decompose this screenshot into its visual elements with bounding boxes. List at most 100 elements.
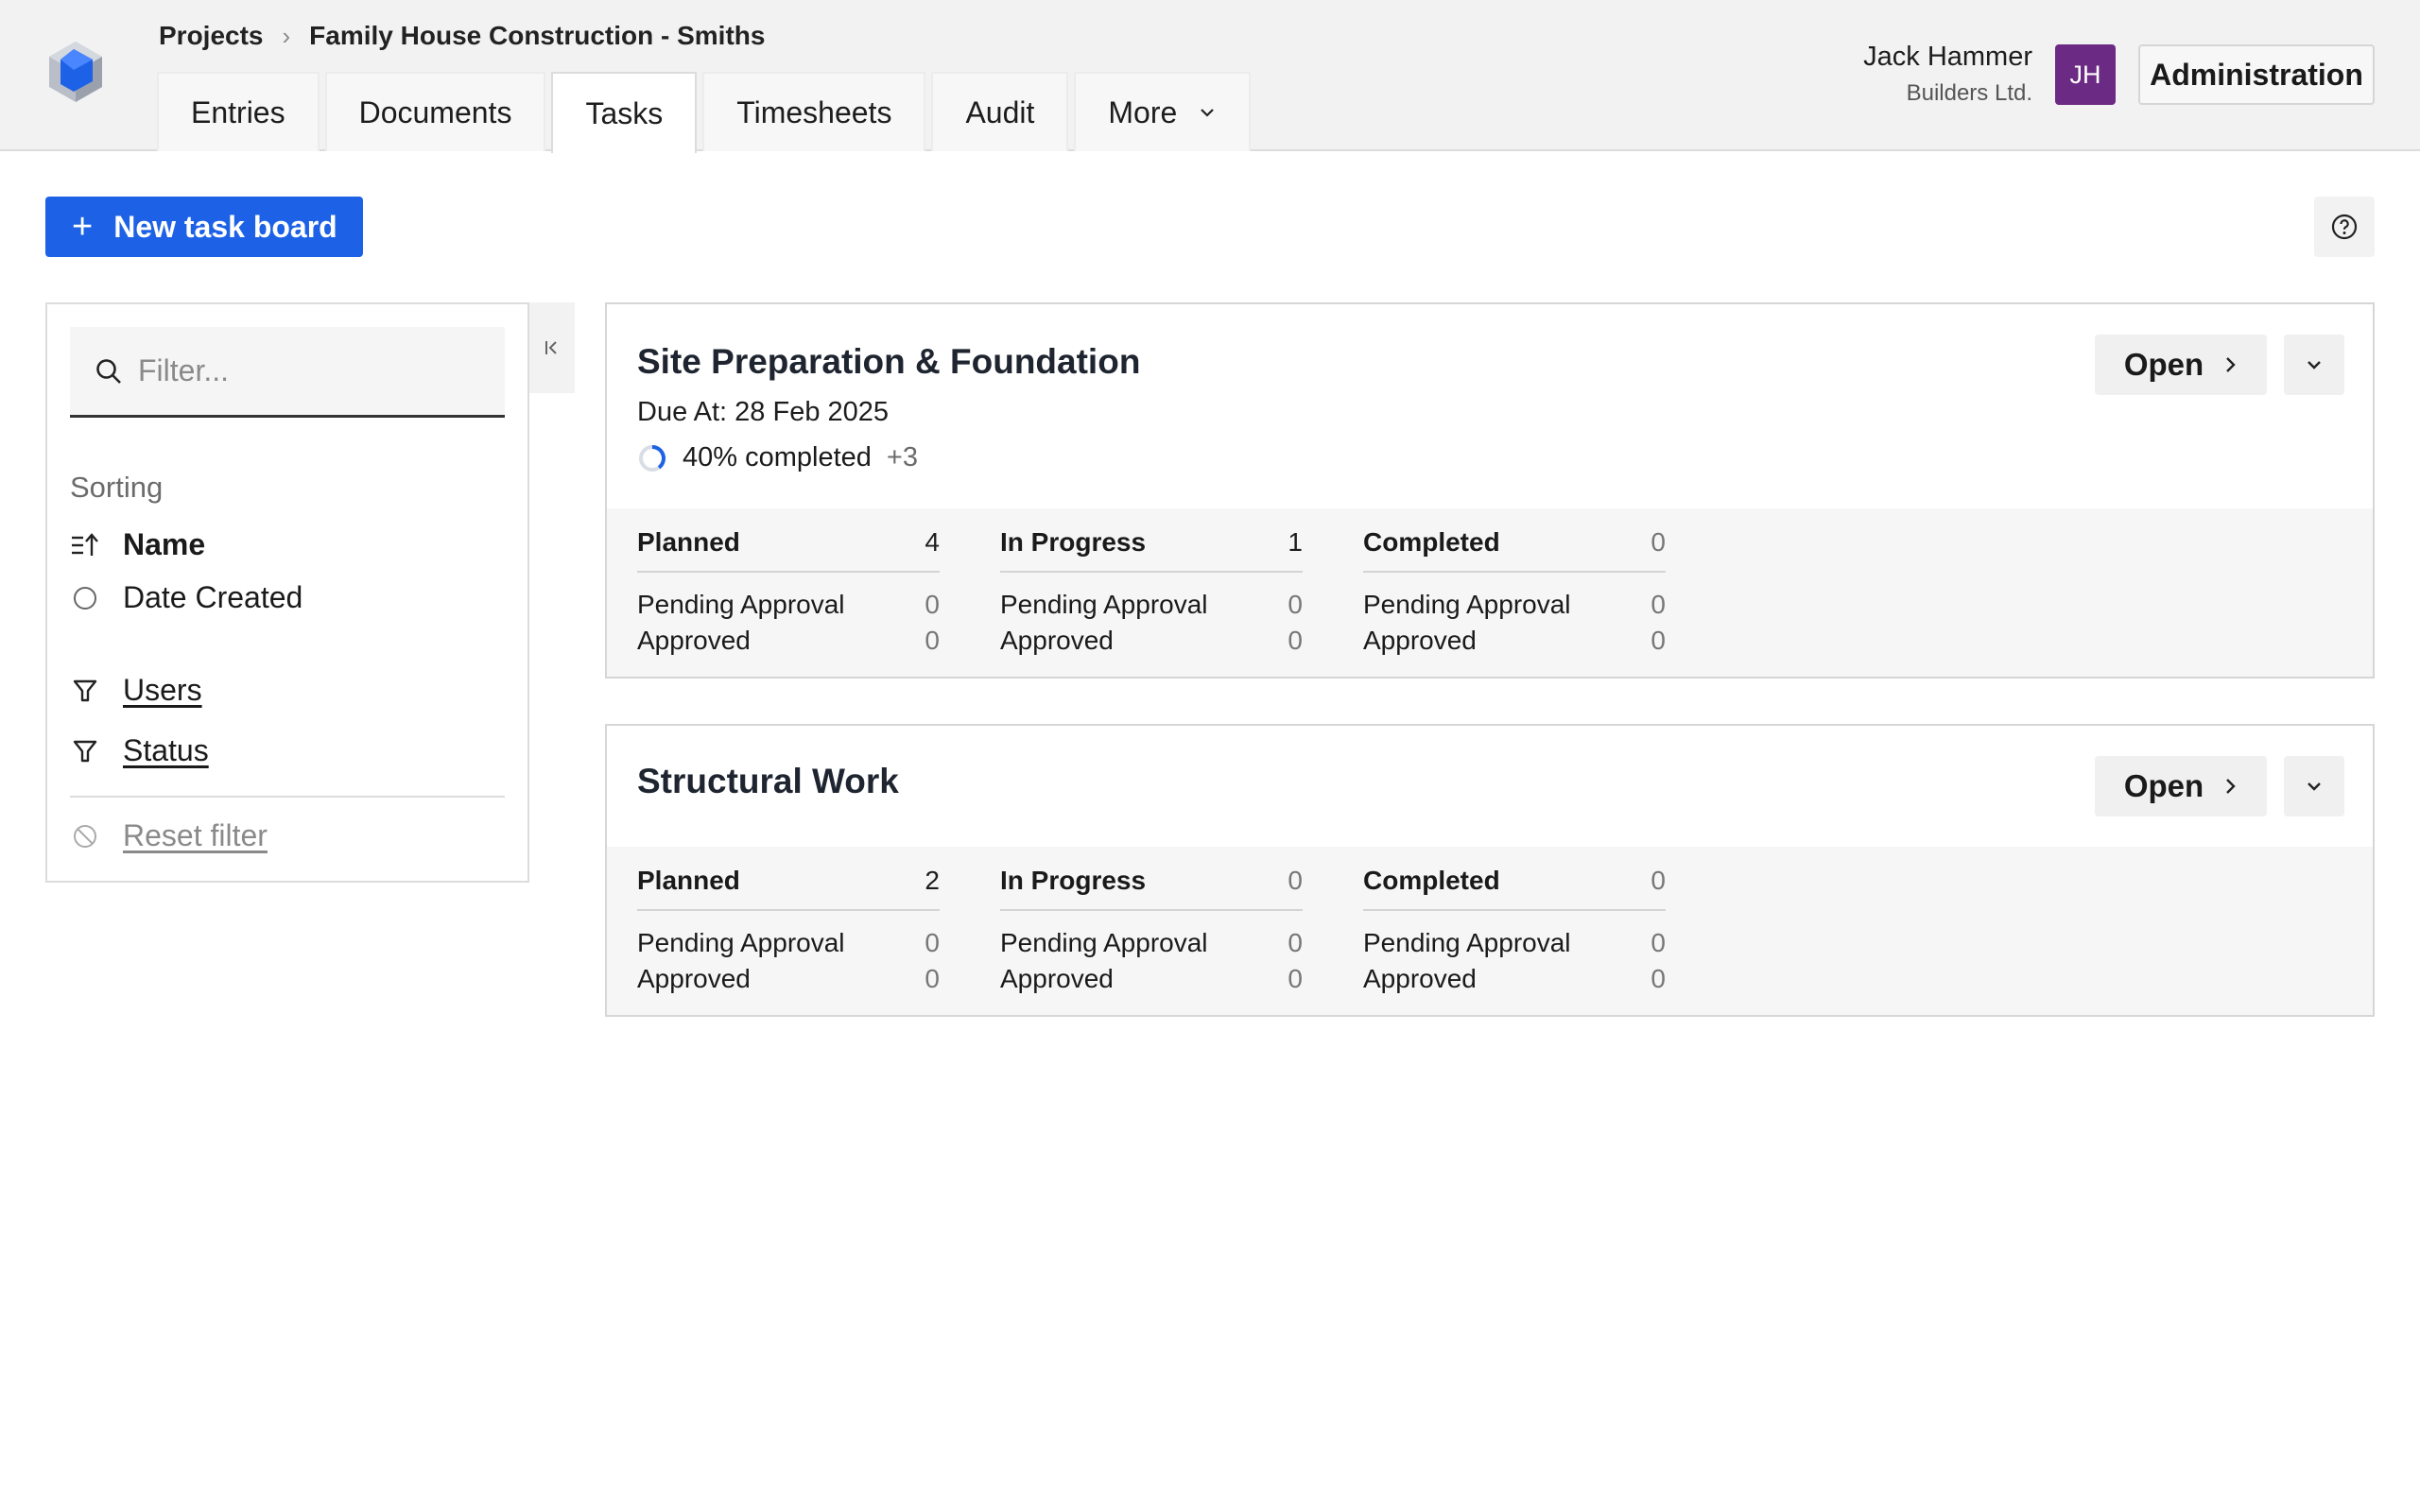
users-filter[interactable]: Users xyxy=(70,673,202,708)
chevron-down-icon xyxy=(1201,109,1215,117)
reset-filter-label: Reset filter xyxy=(123,818,268,852)
sorting-heading: Sorting xyxy=(70,471,164,504)
tab-entries[interactable]: Entries xyxy=(157,72,320,151)
open-label: Open xyxy=(2123,768,2204,803)
approved-count: 0 xyxy=(1288,626,1303,655)
approved-label: Approved xyxy=(1000,626,1114,655)
approved-label: Approved xyxy=(637,626,751,655)
approved-count: 0 xyxy=(1651,964,1666,993)
approved-label: Approved xyxy=(1363,626,1477,655)
sort-by-date-option[interactable]: Date Created xyxy=(70,580,302,615)
board-title[interactable]: Structural Work xyxy=(637,762,899,801)
tab-label: Timesheets xyxy=(736,94,892,129)
tab-documents[interactable]: Documents xyxy=(324,72,546,151)
sort-ascending-icon xyxy=(70,530,100,560)
pending-label: Pending Approval xyxy=(637,928,845,957)
chevron-down-icon xyxy=(2308,361,2321,369)
stat-header: Completed 0 xyxy=(1363,527,1666,573)
new-task-board-button[interactable]: + New task board xyxy=(45,197,363,257)
task-board-card: Site Preparation & Foundation Due At: 28… xyxy=(605,302,2375,679)
stat-label: Planned xyxy=(637,866,740,895)
user-name: Jack Hammer xyxy=(1863,42,2032,72)
pending-count: 0 xyxy=(1288,590,1303,619)
collapse-sidebar-button[interactable] xyxy=(529,302,575,393)
open-board-button[interactable]: Open xyxy=(2095,335,2267,395)
administration-button[interactable]: Administration xyxy=(2138,44,2375,105)
stat-label: In Progress xyxy=(1000,866,1147,895)
stat-count: 0 xyxy=(1651,527,1666,557)
filter-icon xyxy=(70,736,100,766)
stat-column-completed: Completed 0 Pending Approval 0 Approved 0 xyxy=(1363,527,1666,656)
app-logo[interactable] xyxy=(45,38,106,106)
stat-row-approved: Approved 0 xyxy=(1363,964,1666,994)
stat-row-pending: Pending Approval 0 xyxy=(1363,928,1666,958)
divider xyxy=(70,796,505,798)
tab-label: Entries xyxy=(191,94,285,129)
avatar[interactable]: JH xyxy=(2055,44,2116,105)
tab-audit[interactable]: Audit xyxy=(931,72,1069,151)
board-menu-button[interactable] xyxy=(2284,756,2344,816)
breadcrumb: Projects › Family House Construction - S… xyxy=(159,19,765,53)
tab-more[interactable]: More xyxy=(1074,72,1252,151)
pending-label: Pending Approval xyxy=(1000,928,1208,957)
pending-count: 0 xyxy=(1288,928,1303,957)
stat-column-completed: Completed 0 Pending Approval 0 Approved 0 xyxy=(1363,866,1666,994)
filter-input[interactable] xyxy=(138,327,497,415)
approved-label: Approved xyxy=(1363,964,1477,993)
pending-label: Pending Approval xyxy=(637,590,845,619)
user-org: Builders Ltd. xyxy=(1906,80,2032,106)
sort-date-label: Date Created xyxy=(123,580,303,614)
tab-timesheets[interactable]: Timesheets xyxy=(702,72,926,151)
tab-tasks[interactable]: Tasks xyxy=(551,72,698,153)
stat-label: In Progress xyxy=(1000,527,1147,557)
stat-row-pending: Pending Approval 0 xyxy=(637,590,940,620)
filter-sidebar: Sorting Name Date Created Users Status xyxy=(45,302,529,883)
help-button[interactable] xyxy=(2314,197,2375,257)
pending-count: 0 xyxy=(925,590,940,619)
stat-label: Completed xyxy=(1363,866,1500,895)
stat-row-pending: Pending Approval 0 xyxy=(1363,590,1666,620)
approved-count: 0 xyxy=(1651,626,1666,655)
filter-icon xyxy=(70,676,100,706)
stat-header: In Progress 1 xyxy=(1000,527,1303,573)
breadcrumb-projects-link[interactable]: Projects xyxy=(159,21,264,51)
pending-count: 0 xyxy=(1651,590,1666,619)
pending-count: 0 xyxy=(925,928,940,957)
pending-label: Pending Approval xyxy=(1000,590,1208,619)
board-stats: Planned 2 Pending Approval 0 Approved 0 In … xyxy=(607,847,2373,1015)
board-stats: Planned 4 Pending Approval 0 Approved 0 In … xyxy=(607,508,2373,677)
stat-row-approved: Approved 0 xyxy=(1000,626,1303,656)
new-task-board-label: New task board xyxy=(113,209,337,244)
stat-header: Planned 4 xyxy=(637,527,940,573)
stat-count: 2 xyxy=(925,866,940,895)
approved-count: 0 xyxy=(925,964,940,993)
status-filter[interactable]: Status xyxy=(70,733,209,768)
board-progress: 40% completed +3 xyxy=(637,442,918,473)
stat-row-pending: Pending Approval 0 xyxy=(1000,590,1303,620)
chevron-right-icon xyxy=(2226,779,2236,794)
stat-column-planned: Planned 2 Pending Approval 0 Approved 0 xyxy=(637,866,940,994)
open-board-button[interactable]: Open xyxy=(2095,756,2267,816)
sort-by-name-option[interactable]: Name xyxy=(70,527,205,562)
tab-label: Documents xyxy=(358,94,512,129)
approved-count: 0 xyxy=(925,626,940,655)
board-menu-button[interactable] xyxy=(2284,335,2344,395)
stat-header: Planned 2 xyxy=(637,866,940,911)
search-icon xyxy=(96,359,121,384)
stat-column-in-progress: In Progress 0 Pending Approval 0 Approved 0 xyxy=(1000,866,1303,994)
app-header: Projects › Family House Construction - S… xyxy=(0,0,2420,153)
stat-row-approved: Approved 0 xyxy=(637,964,940,994)
approved-label: Approved xyxy=(637,964,751,993)
users-filter-label: Users xyxy=(123,673,202,707)
chevron-right-icon: › xyxy=(282,21,291,50)
stat-row-approved: Approved 0 xyxy=(637,626,940,656)
extra-count: +3 xyxy=(886,442,918,472)
reset-filter-link[interactable]: Reset filter xyxy=(70,818,268,853)
board-title[interactable]: Site Preparation & Foundation xyxy=(637,342,1140,382)
disabled-icon xyxy=(70,821,100,851)
tab-label: More xyxy=(1108,94,1178,129)
collapse-left-icon xyxy=(545,341,557,354)
progress-ring-icon xyxy=(639,444,666,472)
user-info: Jack Hammer Builders Ltd. xyxy=(1863,42,2032,107)
chevron-right-icon xyxy=(2226,357,2236,372)
